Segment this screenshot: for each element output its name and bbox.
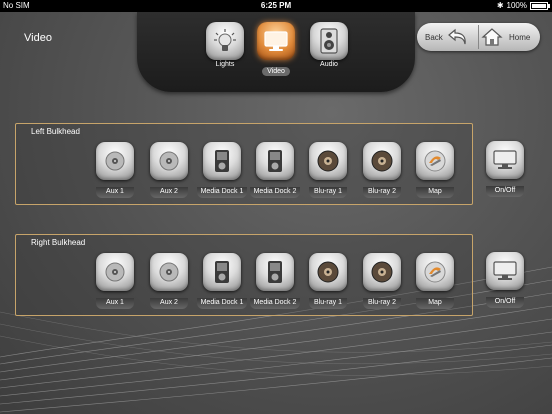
map-button[interactable] (416, 142, 454, 180)
tab-video-button[interactable] (257, 22, 295, 60)
source-label: Media Dock 2 (249, 187, 301, 198)
blu-ray-2-button[interactable] (363, 253, 401, 291)
source-label: Aux 1 (96, 187, 134, 198)
power-label: On/Off (486, 297, 524, 308)
clock-text: 6:25 PM (260, 1, 292, 10)
source-aux-1[interactable]: Aux 1 (89, 253, 141, 309)
tab-bar: Lights Video Audio (137, 12, 415, 92)
tab-audio[interactable]: Audio (307, 22, 351, 68)
media-dock-1-button[interactable] (203, 253, 241, 291)
speaker-icon (320, 28, 338, 54)
home-label: Home (509, 32, 531, 42)
source-blu-ray-2[interactable]: Blu-ray 2 (356, 142, 408, 198)
tab-audio-button[interactable] (310, 22, 348, 60)
source-label: Map (416, 187, 454, 198)
tab-lights[interactable]: Lights (203, 22, 247, 68)
airplane-globe-icon (424, 150, 446, 172)
source-label: Media Dock 2 (249, 298, 301, 309)
bluetooth-icon: ✱ (496, 1, 504, 10)
right-power-button-container[interactable]: On/Off (479, 252, 531, 308)
source-label: Aux 2 (150, 298, 188, 309)
source-label: Media Dock 1 (196, 298, 248, 309)
group-title: Left Bulkhead (31, 127, 80, 136)
battery-percent: 100% (506, 1, 527, 10)
back-label: Back (425, 32, 443, 42)
page-title: Video (24, 32, 52, 44)
media-dock-1-button[interactable] (203, 142, 241, 180)
back-arrow-icon (447, 28, 466, 45)
monitor-icon (493, 150, 517, 169)
disc-icon (105, 151, 125, 171)
blu-ray-disc-icon (371, 261, 393, 283)
aux-1-button[interactable] (96, 142, 134, 180)
source-label: Blu-ray 2 (363, 298, 401, 309)
video-panel: Video Lights Video Audio Back Home Left … (0, 12, 552, 414)
aux-2-button[interactable] (150, 253, 188, 291)
left-bulkhead-group: Left Bulkhead Aux 1 Aux 2 Media Dock 1 M… (15, 123, 473, 205)
back-button[interactable]: Back (425, 23, 469, 51)
media-player-icon (268, 150, 282, 172)
source-map[interactable]: Map (409, 142, 461, 198)
battery-icon (530, 2, 550, 10)
blu-ray-1-button[interactable] (309, 142, 347, 180)
source-label: Blu-ray 1 (309, 187, 347, 198)
media-player-icon (215, 261, 229, 283)
blu-ray-disc-icon (317, 261, 339, 283)
source-blu-ray-2[interactable]: Blu-ray 2 (356, 253, 408, 309)
map-button[interactable] (416, 253, 454, 291)
battery-indicator: ✱ 100% (496, 0, 550, 12)
media-player-icon (215, 150, 229, 172)
source-aux-2[interactable]: Aux 2 (143, 253, 195, 309)
source-media-dock-2[interactable]: Media Dock 2 (249, 253, 301, 309)
source-label: Aux 1 (96, 298, 134, 309)
blu-ray-1-button[interactable] (309, 253, 347, 291)
nav-divider (478, 25, 479, 49)
media-dock-2-button[interactable] (256, 253, 294, 291)
disc-icon (159, 151, 179, 171)
light-bulb-icon (214, 29, 236, 51)
aux-1-button[interactable] (96, 253, 134, 291)
tab-video[interactable]: Video (254, 22, 298, 78)
media-dock-2-button[interactable] (256, 142, 294, 180)
airplane-globe-icon (424, 261, 446, 283)
blu-ray-disc-icon (317, 150, 339, 172)
status-bar: No SIM 6:25 PM ✱ 100% (0, 0, 552, 12)
monitor-icon (493, 261, 517, 280)
tab-lights-button[interactable] (206, 22, 244, 60)
source-aux-1[interactable]: Aux 1 (89, 142, 141, 198)
home-icon (481, 28, 503, 46)
source-map[interactable]: Map (409, 253, 461, 309)
source-label: Media Dock 1 (196, 187, 248, 198)
left-on-off-button[interactable] (486, 141, 524, 179)
disc-icon (105, 262, 125, 282)
source-label: Blu-ray 2 (363, 187, 401, 198)
source-label: Aux 2 (150, 187, 188, 198)
source-media-dock-2[interactable]: Media Dock 2 (249, 142, 301, 198)
disc-icon (159, 262, 179, 282)
tab-audio-label: Audio (320, 61, 338, 68)
tab-lights-label: Lights (215, 61, 235, 68)
source-media-dock-1[interactable]: Media Dock 1 (196, 142, 248, 198)
aux-2-button[interactable] (150, 142, 188, 180)
source-media-dock-1[interactable]: Media Dock 1 (196, 253, 248, 309)
group-title: Right Bulkhead (31, 238, 86, 247)
media-player-icon (268, 261, 282, 283)
tab-video-label: Video (262, 67, 290, 76)
home-button[interactable]: Home (481, 23, 530, 51)
left-power-button-container[interactable]: On/Off (479, 141, 531, 197)
right-on-off-button[interactable] (486, 252, 524, 290)
blu-ray-disc-icon (371, 150, 393, 172)
source-label: Map (416, 298, 454, 309)
source-label: Blu-ray 1 (309, 298, 347, 309)
source-blu-ray-1[interactable]: Blu-ray 1 (302, 142, 354, 198)
source-blu-ray-1[interactable]: Blu-ray 1 (302, 253, 354, 309)
source-aux-2[interactable]: Aux 2 (143, 142, 195, 198)
monitor-icon (264, 31, 288, 51)
top-navigation: Back Home (417, 23, 540, 51)
right-bulkhead-group: Right Bulkhead Aux 1 Aux 2 Media Dock 1 … (15, 234, 473, 316)
blu-ray-2-button[interactable] (363, 142, 401, 180)
power-label: On/Off (486, 186, 524, 197)
